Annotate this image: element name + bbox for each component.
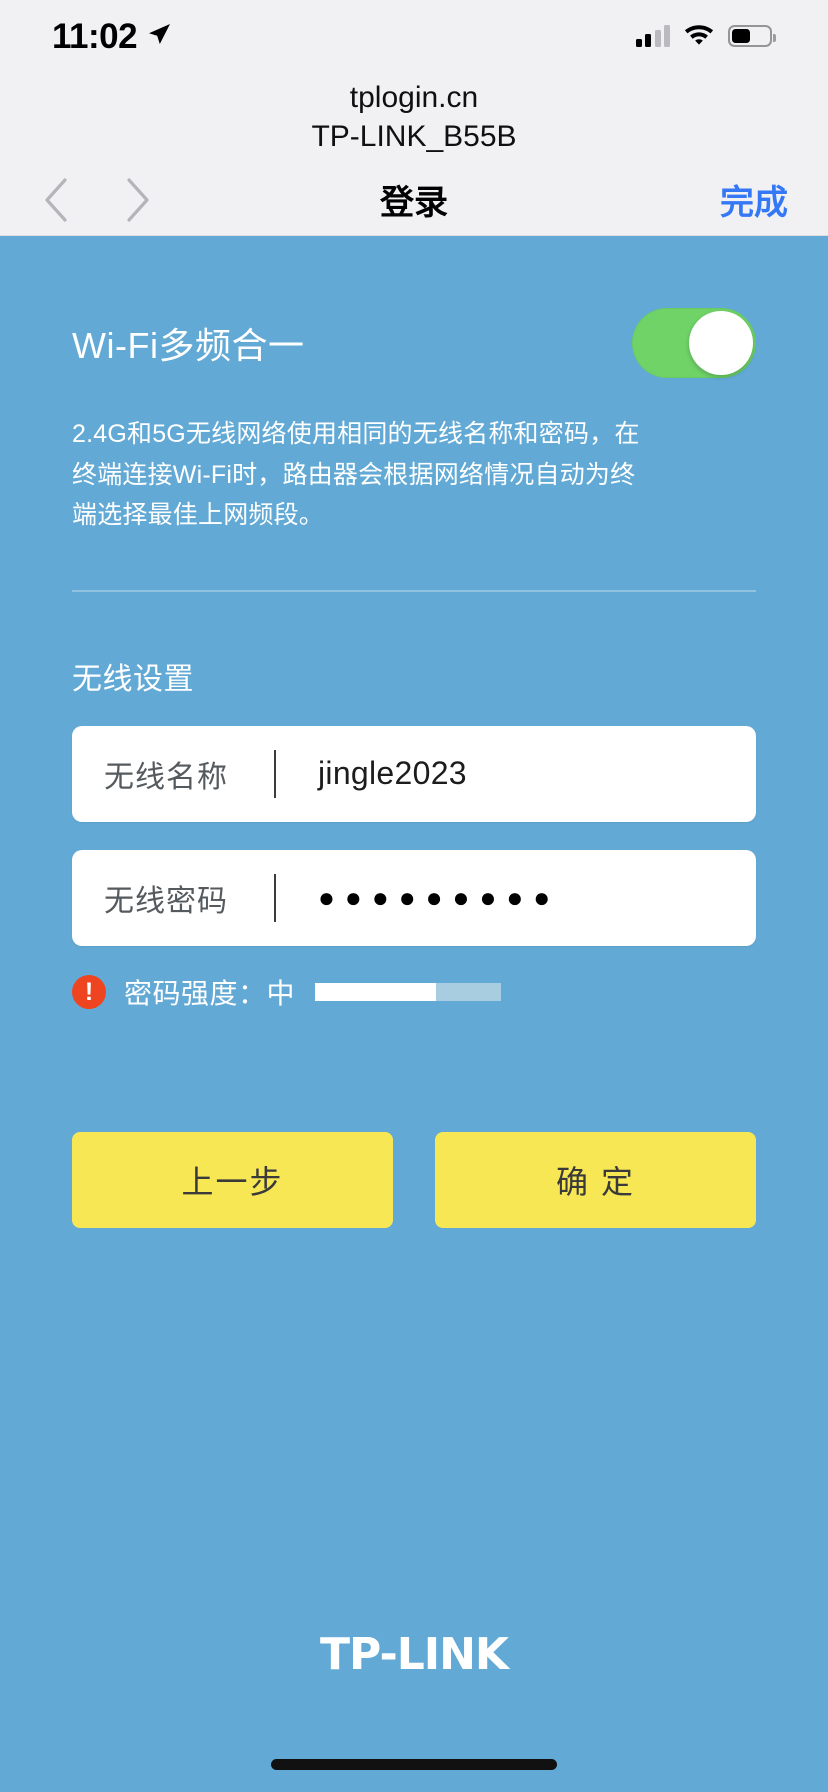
status-bar-left: 11:02 [52, 19, 172, 54]
ssid-field-label: 无线名称 [104, 760, 228, 794]
tplink-logo: TP-LINK [319, 1629, 509, 1680]
band-steering-description: 2.4G和5G无线网络使用相同的无线名称和密码，在终端连接Wi-Fi时，路由器会… [72, 420, 640, 529]
confirm-button[interactable]: 确 定 [435, 1131, 756, 1228]
browser-url-block[interactable]: tplogin.cn TP-LINK_B55B [0, 72, 828, 164]
browser-host: tplogin.cn [349, 81, 479, 115]
cellular-signal-icon [635, 25, 670, 47]
band-steering-row: Wi-Fi多频合一 [72, 308, 756, 378]
status-bar-right [635, 22, 776, 50]
password-strength-fill [315, 982, 436, 1001]
section-divider [72, 589, 756, 592]
wireless-settings-title: 无线设置 [72, 662, 194, 696]
home-indicator[interactable] [271, 1758, 557, 1770]
nav-arrow-group [0, 177, 154, 223]
browser-page-subtitle: TP-LINK_B55B [311, 120, 517, 153]
home-indicator-area [0, 1736, 828, 1792]
status-bar: 11:02 [0, 0, 828, 72]
chevron-left-icon[interactable] [40, 177, 74, 223]
location-arrow-icon [146, 21, 172, 52]
exclamation-circle-icon: ! [72, 974, 106, 1009]
password-strength-bar [315, 982, 502, 1001]
band-steering-title: Wi-Fi多频合一 [72, 325, 305, 366]
ssid-field[interactable]: 无线名称 jingle2023 [72, 725, 756, 822]
ssid-input[interactable]: jingle2023 [276, 755, 467, 792]
battery-icon [728, 25, 776, 47]
password-strength-label: 密码强度：中 [124, 977, 296, 1009]
done-button[interactable]: 完成 [720, 175, 788, 224]
router-config-page: Wi-Fi多频合一 2.4G和5G无线网络使用相同的无线名称和密码，在终端连接W… [0, 236, 828, 1792]
previous-step-button[interactable]: 上一步 [72, 1131, 393, 1228]
password-input[interactable]: ●●●●●●●●● [276, 882, 560, 914]
page-content: Wi-Fi多频合一 2.4G和5G无线网络使用相同的无线名称和密码，在终端连接W… [0, 236, 828, 1228]
status-bar-clock: 11:02 [52, 16, 138, 56]
password-field[interactable]: 无线密码 ●●●●●●●●● [72, 849, 756, 946]
phone-screen: 11:02 tplogin.cn TP-LINK_B55B 登录 完成 Wi-F… [0, 0, 828, 1792]
password-strength-row: ! 密码强度：中 [72, 972, 756, 1012]
chevron-right-icon[interactable] [120, 177, 154, 223]
wifi-icon [683, 22, 715, 50]
band-steering-toggle[interactable] [632, 308, 756, 378]
toggle-knob [689, 311, 753, 375]
browser-nav-bar: 登录 完成 [0, 164, 828, 236]
action-buttons: 上一步 确 定 [72, 1131, 756, 1228]
password-field-label: 无线密码 [104, 884, 228, 918]
